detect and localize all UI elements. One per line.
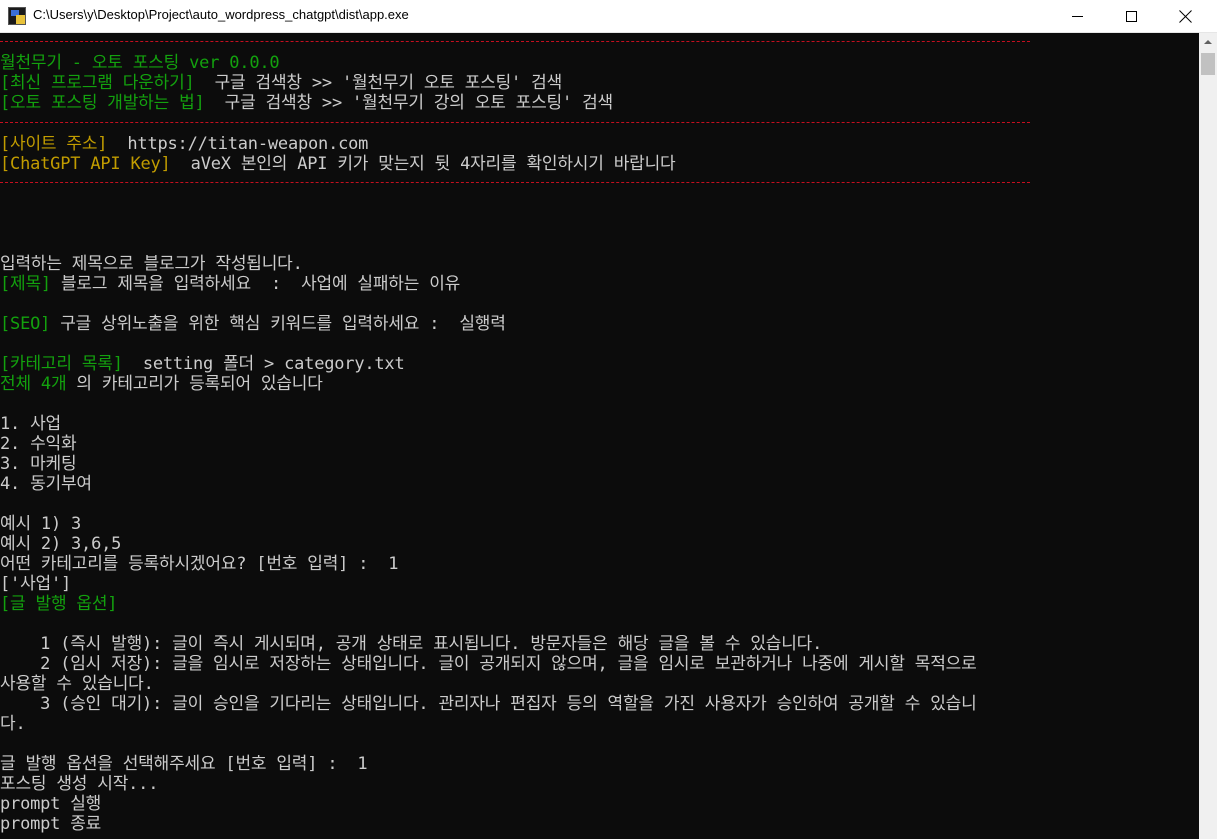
download-label: [최신 프로그램 다운하기] [0, 73, 195, 93]
chevron-up-icon [1204, 39, 1212, 44]
seo-prompt: 구글 상위노출을 위한 핵심 키워드를 입력하세요 : 실행력 [50, 314, 506, 334]
maximize-button[interactable] [1108, 0, 1154, 32]
separator-line [0, 182, 1030, 183]
site-value: https://titan-weapon.com [107, 134, 369, 154]
status-line: 포스팅 생성 시작... [0, 774, 159, 794]
separator-line [0, 122, 1030, 123]
example-2: 예시 2) 3,6,5 [0, 534, 122, 554]
close-button[interactable] [1162, 0, 1208, 32]
publish-option-2-continued: 사용할 수 있습니다. [0, 674, 154, 694]
api-key-value: aVeX 본인의 API 키가 맞는지 뒷 4자리를 확인하시기 바랍니다 [170, 154, 676, 174]
seo-prompt-line: [SEO] 구글 상위노출을 위한 핵심 키워드를 입력하세요 : 실행력 [0, 314, 506, 334]
scroll-up-button[interactable] [1199, 33, 1217, 50]
separator-line [0, 41, 1030, 42]
status-line: prompt 종료 [0, 814, 102, 834]
title-prompt-line: [제목] 블로그 제목을 입력하세요 : 사업에 실패하는 이유 [0, 274, 460, 294]
selected-category: ['사업'] [0, 574, 72, 594]
list-item: 1. 사업 [0, 414, 61, 434]
status-line: prompt 실행 [0, 794, 102, 814]
publish-option-3: 3 (승인 대기): 글이 승인을 기다리는 상태입니다. 관리자나 편집자 등… [0, 694, 977, 714]
list-item: 2. 수익화 [0, 434, 77, 454]
publish-option-2: 2 (임시 저장): 글을 임시로 저장하는 상태입니다. 글이 공개되지 않으… [0, 654, 977, 674]
download-text: 구글 검색창 >> '월천무기 오토 포스팅' 검색 [194, 73, 563, 93]
site-label: [사이트 주소] [0, 134, 108, 154]
example-1: 예시 1) 3 [0, 514, 82, 534]
console-output[interactable]: 월천무기 - 오토 포스팅 ver 0.0.0 [최신 프로그램 다운하기] 구… [0, 33, 1199, 839]
publish-option-label: [글 발행 옵션] [0, 594, 118, 614]
howto-label: [오토 포스팅 개발하는 법] [0, 93, 205, 113]
maximize-icon [1125, 10, 1137, 22]
console-app-icon[interactable] [8, 7, 26, 25]
category-path-line: [카테고리 목록] setting 폴더 > category.txt [0, 354, 405, 374]
publish-option-1: 1 (즉시 발행): 글이 즉시 게시되며, 공개 상태로 표시됩니다. 방문자… [0, 634, 823, 654]
minimize-icon [1071, 15, 1083, 17]
publish-option-3-continued: 다. [0, 714, 26, 734]
category-path: setting 폴더 > category.txt [122, 354, 405, 374]
download-line: [최신 프로그램 다운하기] 구글 검색창 >> '월천무기 오토 포스팅' 검… [0, 73, 562, 93]
intro-text: 입력하는 제목으로 블로그가 작성됩니다. [0, 254, 303, 274]
category-label: [카테고리 목록] [0, 354, 123, 374]
title-bar[interactable]: C:\Users\y\Desktop\Project\auto_wordpres… [0, 0, 1217, 33]
console-window: C:\Users\y\Desktop\Project\auto_wordpres… [0, 0, 1217, 839]
publish-question: 글 발행 옵션을 선택해주세요 [번호 입력] : 1 [0, 754, 368, 774]
api-key-label: [ChatGPT API Key] [0, 154, 171, 174]
title-label: [제목] [0, 274, 51, 294]
list-item: 3. 마케팅 [0, 454, 77, 474]
category-count: 전체 4개 [0, 374, 67, 394]
program-title: 월천무기 - 오토 포스팅 ver 0.0.0 [0, 53, 280, 73]
api-key-line: [ChatGPT API Key] aVeX 본인의 API 키가 맞는지 뒷 … [0, 154, 676, 174]
howto-line: [오토 포스팅 개발하는 법] 구글 검색창 >> '월천무기 강의 오토 포스… [0, 93, 613, 113]
window-title: C:\Users\y\Desktop\Project\auto_wordpres… [33, 7, 409, 22]
vertical-scrollbar[interactable] [1199, 33, 1217, 839]
site-line: [사이트 주소] https://titan-weapon.com [0, 134, 368, 154]
minimize-button[interactable] [1054, 0, 1100, 32]
close-icon [1179, 10, 1192, 23]
scroll-thumb[interactable] [1201, 53, 1215, 75]
list-item: 4. 동기부여 [0, 474, 92, 494]
category-count-suffix: 의 카테고리가 등록되어 있습니다 [66, 374, 323, 394]
seo-label: [SEO] [0, 314, 51, 334]
category-question: 어떤 카테고리를 등록하시겠어요? [번호 입력] : 1 [0, 554, 399, 574]
category-count-line: 전체 4개 의 카테고리가 등록되어 있습니다 [0, 374, 323, 394]
title-prompt: 블로그 제목을 입력하세요 : 사업에 실패하는 이유 [50, 274, 461, 294]
howto-text: 구글 검색창 >> '월천무기 강의 오토 포스팅' 검색 [204, 93, 614, 113]
